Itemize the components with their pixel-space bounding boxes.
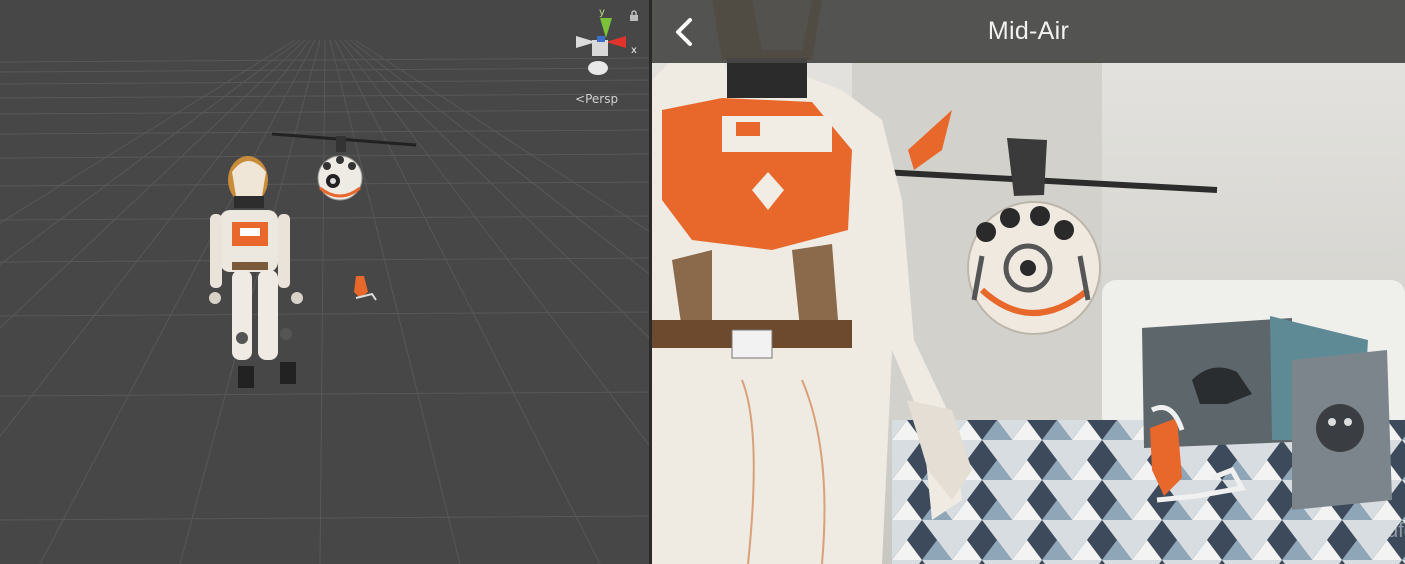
ar-scene [652, 0, 1405, 564]
projection-label: Persp [585, 92, 619, 106]
astronaut-model[interactable] [209, 156, 303, 388]
lock-icon[interactable] [628, 10, 640, 22]
watermark-text: ufc [1387, 520, 1405, 542]
projection-toggle[interactable]: <Persp [575, 92, 618, 106]
chair-model[interactable] [354, 276, 377, 301]
gizmo-y-label: y [599, 7, 605, 18]
gizmo-x-label: x [631, 45, 637, 56]
ar-page-title: Mid-Air [987, 17, 1070, 45]
ar-camera-view[interactable]: Mid-Air ufc [652, 0, 1405, 564]
chevron-left-icon [676, 18, 692, 46]
scene-view[interactable]: y x <Persp [0, 0, 649, 564]
persp-arrow-icon: < [575, 92, 586, 106]
scene-grid [0, 39, 649, 564]
drone-model[interactable] [271, 132, 417, 201]
back-button[interactable] [664, 10, 708, 54]
